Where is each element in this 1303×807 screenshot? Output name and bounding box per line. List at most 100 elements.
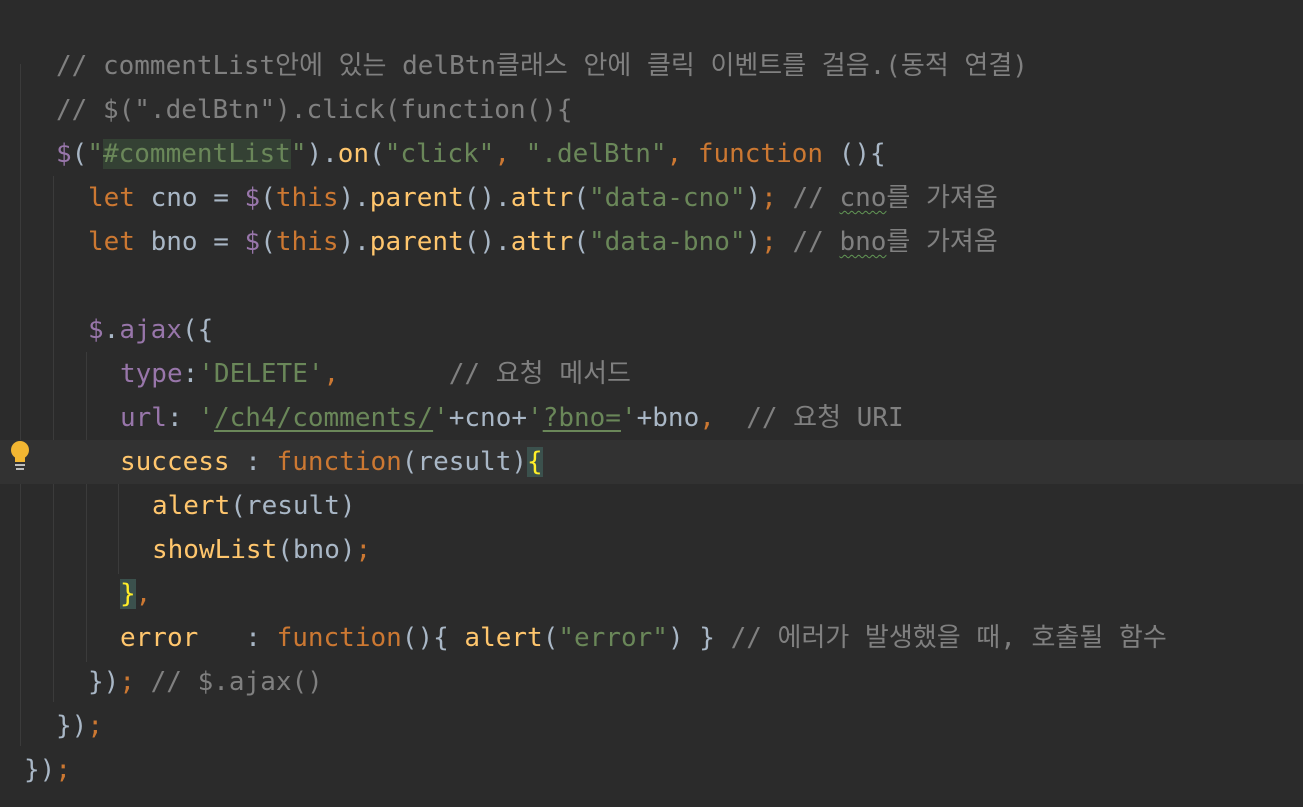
code-token: this bbox=[275, 183, 339, 213]
code-line-text: success : function(result){ bbox=[120, 440, 543, 484]
code-token: type bbox=[120, 359, 183, 389]
code-line[interactable]: }); bbox=[0, 704, 1303, 748]
code-token: 를 가져옴 bbox=[886, 227, 998, 257]
code-token: /ch4/comments/ bbox=[213, 403, 434, 433]
code-token: cno = bbox=[150, 183, 245, 213]
code-token: // commentList안에 있는 delBtn클래스 안에 클릭 이벤트를… bbox=[56, 51, 1028, 81]
code-token: // bbox=[792, 227, 840, 257]
code-line[interactable]: error : function(){ alert("error") } // … bbox=[0, 616, 1303, 660]
code-line-text: let cno = $(this).parent().attr("data-cn… bbox=[88, 176, 998, 220]
code-token: bno bbox=[839, 227, 887, 257]
code-line[interactable]: $.ajax({ bbox=[0, 308, 1303, 352]
code-token: ( bbox=[71, 139, 88, 169]
code-token: function bbox=[276, 447, 402, 477]
code-token: , bbox=[699, 403, 747, 433]
code-token: " bbox=[87, 139, 103, 169]
code-line[interactable]: }); bbox=[0, 748, 1303, 792]
code-token: : bbox=[198, 623, 277, 653]
code-token: ( bbox=[542, 623, 559, 653]
code-token: // $(".delBtn").click(function(){ bbox=[56, 95, 573, 125]
code-token: ( bbox=[369, 139, 385, 169]
code-token: (). bbox=[463, 227, 511, 257]
code-line[interactable]: let bno = $(this).parent().attr("data-bn… bbox=[0, 220, 1303, 264]
code-token: on bbox=[337, 139, 370, 169]
code-line-text: }, bbox=[120, 572, 151, 616]
code-line-text: url: '/ch4/comments/'+cno+'?bno='+bno, /… bbox=[120, 396, 904, 440]
code-token: function bbox=[276, 623, 402, 653]
code-token: // 요청 메서드 bbox=[448, 359, 631, 389]
code-token: "data-cno" bbox=[588, 183, 746, 213]
code-line[interactable]: alert(result) bbox=[0, 484, 1303, 528]
code-line[interactable]: type:'DELETE', // 요청 메서드 bbox=[0, 352, 1303, 396]
code-token: // bbox=[792, 183, 840, 213]
code-token: parent bbox=[369, 183, 464, 213]
code-line[interactable]: // $(".delBtn").click(function(){ bbox=[0, 88, 1303, 132]
code-line-text: // commentList안에 있는 delBtn클래스 안에 클릭 이벤트를… bbox=[56, 44, 1028, 88]
code-token: cno bbox=[839, 183, 887, 213]
code-token: }) bbox=[56, 711, 88, 741]
lightbulb-icon[interactable] bbox=[8, 440, 32, 472]
code-line-text: alert(result) bbox=[152, 484, 356, 528]
code-line[interactable]: $("#commentList").on("click", ".delBtn",… bbox=[0, 132, 1303, 176]
code-token: (result) bbox=[230, 491, 356, 521]
code-token: ' bbox=[433, 403, 449, 433]
code-token: $ bbox=[56, 139, 72, 169]
code-token: alert bbox=[152, 491, 231, 521]
code-token: }) bbox=[88, 667, 120, 697]
code-token: ( bbox=[260, 227, 276, 257]
code-line-text: $.ajax({ bbox=[88, 308, 213, 352]
code-token: ( bbox=[260, 183, 276, 213]
code-token: ; bbox=[761, 183, 793, 213]
code-token: ; bbox=[355, 535, 372, 565]
code-token: success bbox=[120, 447, 230, 477]
code-line[interactable]: success : function(result){ bbox=[0, 440, 1303, 484]
code-line[interactable]: let cno = $(this).parent().attr("data-cn… bbox=[0, 176, 1303, 220]
code-line-text: }); bbox=[24, 748, 71, 792]
code-token: ".delBtn" bbox=[525, 139, 667, 169]
code-token: error bbox=[120, 623, 199, 653]
code-token: url bbox=[120, 403, 167, 433]
code-line[interactable]: // commentList안에 있는 delBtn클래스 안에 클릭 이벤트를… bbox=[0, 44, 1303, 88]
code-token: ' bbox=[198, 403, 214, 433]
code-token: (result) bbox=[401, 447, 528, 477]
code-line[interactable]: url: '/ch4/comments/'+cno+'?bno='+bno, /… bbox=[0, 396, 1303, 440]
code-token: ). bbox=[338, 183, 370, 213]
code-line[interactable]: }, bbox=[0, 572, 1303, 616]
code-token: 'DELETE' bbox=[198, 359, 324, 389]
code-token: : bbox=[229, 447, 277, 477]
code-token: this bbox=[275, 227, 339, 257]
code-token: ' bbox=[527, 403, 543, 433]
code-token: attr bbox=[510, 227, 574, 257]
code-token: ; bbox=[87, 711, 103, 741]
code-token: "data-bno" bbox=[588, 227, 746, 257]
code-token: ; bbox=[761, 227, 793, 257]
code-token: , bbox=[666, 139, 698, 169]
code-token: } bbox=[120, 579, 136, 609]
code-line-text: $("#commentList").on("click", ".delBtn",… bbox=[56, 132, 886, 176]
code-editor[interactable]: // commentList안에 있는 delBtn클래스 안에 클릭 이벤트를… bbox=[0, 0, 1303, 807]
code-token: ; bbox=[55, 755, 71, 785]
code-line-text: showList(bno); bbox=[152, 528, 371, 572]
code-line-text: error : function(){ alert("error") } // … bbox=[120, 616, 1167, 660]
code-token: ) } bbox=[667, 623, 731, 653]
code-token: " bbox=[290, 139, 307, 169]
code-token: }) bbox=[24, 755, 56, 785]
code-token: ajax bbox=[119, 315, 182, 345]
code-token: (). bbox=[463, 183, 511, 213]
code-token: { bbox=[527, 447, 543, 477]
code-token: , bbox=[135, 579, 152, 609]
code-token: ) bbox=[745, 183, 762, 213]
code-line[interactable] bbox=[0, 264, 1303, 308]
code-token: attr bbox=[510, 183, 574, 213]
code-token: // 에러가 발생했을 때, 호출될 함수 bbox=[730, 623, 1167, 653]
code-token: , bbox=[494, 139, 526, 169]
code-line[interactable]: }); // $.ajax() bbox=[0, 660, 1303, 704]
code-token: ; bbox=[119, 667, 151, 697]
code-token: +bno bbox=[636, 403, 700, 433]
code-token: ({ bbox=[181, 315, 214, 345]
code-token: alert bbox=[464, 623, 543, 653]
code-token: ) bbox=[745, 227, 762, 257]
code-token: . bbox=[103, 315, 120, 345]
code-token: let bbox=[88, 227, 151, 257]
code-line[interactable]: showList(bno); bbox=[0, 528, 1303, 572]
